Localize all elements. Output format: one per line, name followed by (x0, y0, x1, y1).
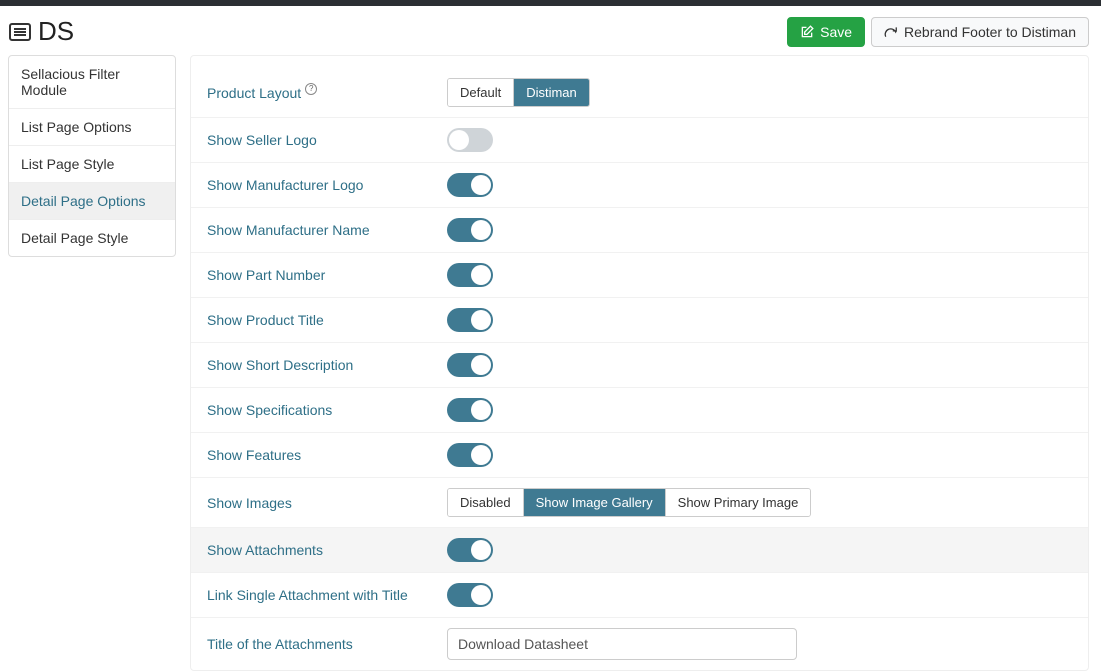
refresh-icon (884, 25, 898, 39)
label-features: Show Features (207, 447, 447, 463)
sidebar-item-3[interactable]: Detail Page Options (9, 183, 175, 220)
label-attachments: Show Attachments (207, 542, 447, 558)
row-product-title: Show Product Title (191, 298, 1088, 343)
save-button-label: Save (820, 24, 852, 40)
label-link-attach: Link Single Attachment with Title (207, 587, 447, 603)
sidebar-item-2[interactable]: List Page Style (9, 146, 175, 183)
switch-seller-logo[interactable] (447, 128, 493, 152)
sidebar-item-4[interactable]: Detail Page Style (9, 220, 175, 256)
row-specs: Show Specifications (191, 388, 1088, 433)
row-manu-name: Show Manufacturer Name (191, 208, 1088, 253)
settings-panel: Product Layout ? DefaultDistiman Show Se… (190, 55, 1089, 671)
row-link-attach: Link Single Attachment with Title (191, 573, 1088, 618)
row-product-layout: Product Layout ? DefaultDistiman (191, 68, 1088, 118)
seg-layout-opt-0[interactable]: Default (448, 79, 513, 106)
switch-link-attach[interactable] (447, 583, 493, 607)
switch-product-title[interactable] (447, 308, 493, 332)
label-product-title: Show Product Title (207, 312, 447, 328)
row-features: Show Features (191, 433, 1088, 478)
seg-images-opt-0[interactable]: Disabled (448, 489, 523, 516)
switch-part-number[interactable] (447, 263, 493, 287)
row-attachments: Show Attachments (191, 528, 1088, 573)
label-attach-title: Title of the Attachments (207, 636, 447, 652)
images-seg[interactable]: DisabledShow Image GalleryShow Primary I… (447, 488, 811, 517)
save-button[interactable]: Save (787, 17, 865, 47)
list-view-icon (8, 20, 32, 44)
seg-images-opt-1[interactable]: Show Image Gallery (523, 489, 665, 516)
label-seller-logo: Show Seller Logo (207, 132, 447, 148)
seg-images-opt-2[interactable]: Show Primary Image (665, 489, 811, 516)
rebrand-button[interactable]: Rebrand Footer to Distiman (871, 17, 1089, 47)
sidebar-item-0[interactable]: Sellacious Filter Module (9, 56, 175, 109)
help-icon[interactable]: ? (305, 83, 317, 95)
page-header: DS Save Rebrand Footer to Distiman (8, 16, 1089, 47)
attach-title-input[interactable] (447, 628, 797, 660)
label-specs: Show Specifications (207, 402, 447, 418)
row-short-desc: Show Short Description (191, 343, 1088, 388)
switch-short-desc[interactable] (447, 353, 493, 377)
label-short-desc: Show Short Description (207, 357, 447, 373)
label-images: Show Images (207, 495, 447, 511)
label-manu-logo: Show Manufacturer Logo (207, 177, 447, 193)
row-attach-title: Title of the Attachments (191, 618, 1088, 670)
seg-layout-opt-1[interactable]: Distiman (513, 79, 589, 106)
row-images: Show Images DisabledShow Image GallerySh… (191, 478, 1088, 528)
row-manu-logo: Show Manufacturer Logo (191, 163, 1088, 208)
switch-manu-logo[interactable] (447, 173, 493, 197)
row-seller-logo: Show Seller Logo (191, 118, 1088, 163)
label-part-number: Show Part Number (207, 267, 447, 283)
save-icon (800, 25, 814, 39)
switch-specs[interactable] (447, 398, 493, 422)
page-title: DS (38, 16, 74, 47)
sidebar-item-1[interactable]: List Page Options (9, 109, 175, 146)
switch-manu-name[interactable] (447, 218, 493, 242)
label-product-layout: Product Layout ? (207, 85, 447, 101)
sidebar: Sellacious Filter ModuleList Page Option… (8, 55, 176, 257)
label-manu-name: Show Manufacturer Name (207, 222, 447, 238)
product-layout-seg[interactable]: DefaultDistiman (447, 78, 590, 107)
switch-features[interactable] (447, 443, 493, 467)
rebrand-button-label: Rebrand Footer to Distiman (904, 24, 1076, 40)
row-part-number: Show Part Number (191, 253, 1088, 298)
switch-attachments[interactable] (447, 538, 493, 562)
